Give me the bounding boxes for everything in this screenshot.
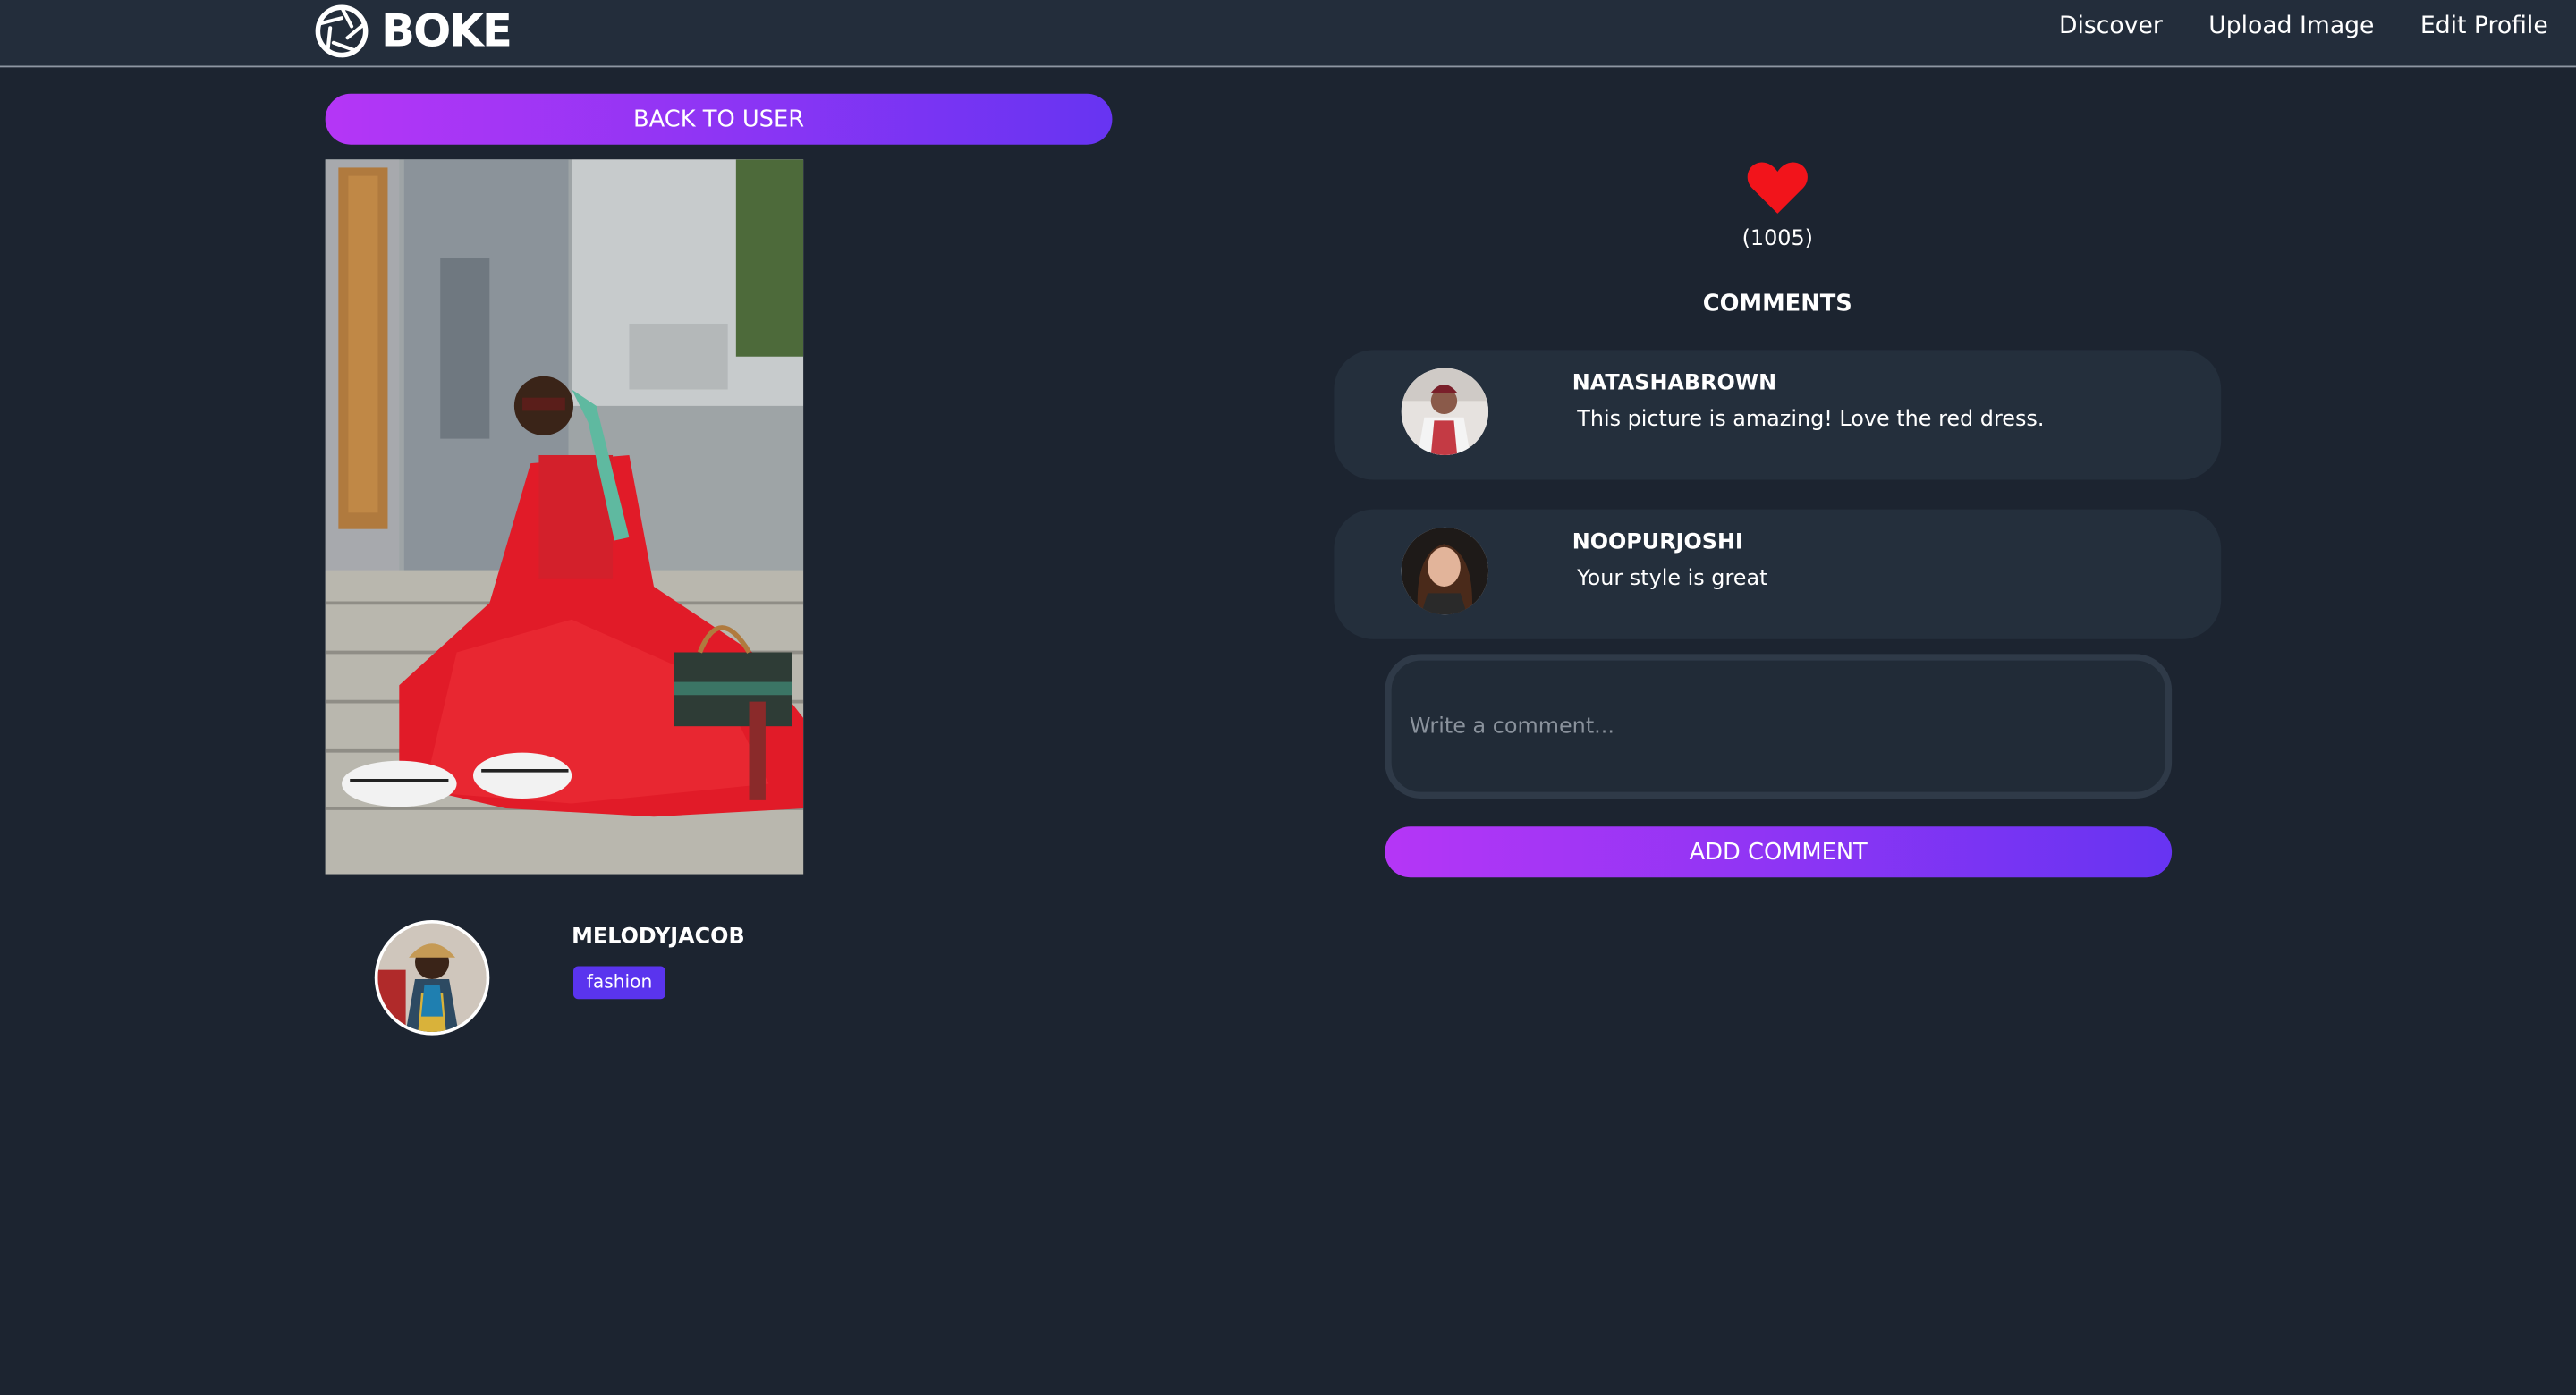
nav-links: Discover Upload Image Edit Profile [2059,13,2548,39]
navbar: BOKE Discover Upload Image Edit Profile [0,0,2576,68]
post-image [325,159,804,875]
tag-badge[interactable]: fashion [573,966,666,1000]
aperture-icon [314,4,369,59]
owner-avatar[interactable] [374,920,490,1036]
comment-card: NOOPURJOSHI Your style is great [1334,509,2222,639]
nav-discover-link[interactable]: Discover [2059,13,2163,39]
comment-text: This picture is amazing! Love the red dr… [1577,407,2045,433]
page: BOKE Discover Upload Image Edit Profile … [0,0,2576,1395]
comment-username[interactable]: NOOPURJOSHI [1572,531,1743,556]
comment-text: Your style is great [1577,566,1768,592]
comment-input[interactable] [1385,654,2173,799]
nav-upload-image-link[interactable]: Upload Image [2208,13,2374,39]
heart-icon [1746,159,1809,215]
back-to-user-button[interactable]: BACK TO USER [325,93,1113,145]
logo[interactable]: BOKE [314,2,513,61]
add-comment-button[interactable]: ADD COMMENT [1385,826,2173,878]
comments-heading: COMMENTS [1702,291,1852,317]
like-count: (1005) [1741,226,1813,252]
commenter-avatar[interactable] [1401,527,1489,615]
like-button[interactable] [1746,159,1809,215]
comment-username[interactable]: NATASHABROWN [1572,371,1776,396]
owner-username[interactable]: MELODYJACOB [572,926,745,951]
comment-card: NATASHABROWN This picture is amazing! Lo… [1334,350,2222,480]
nav-edit-profile-link[interactable]: Edit Profile [2420,13,2548,39]
commenter-avatar[interactable] [1401,368,1489,455]
logo-text: BOKE [381,5,513,57]
